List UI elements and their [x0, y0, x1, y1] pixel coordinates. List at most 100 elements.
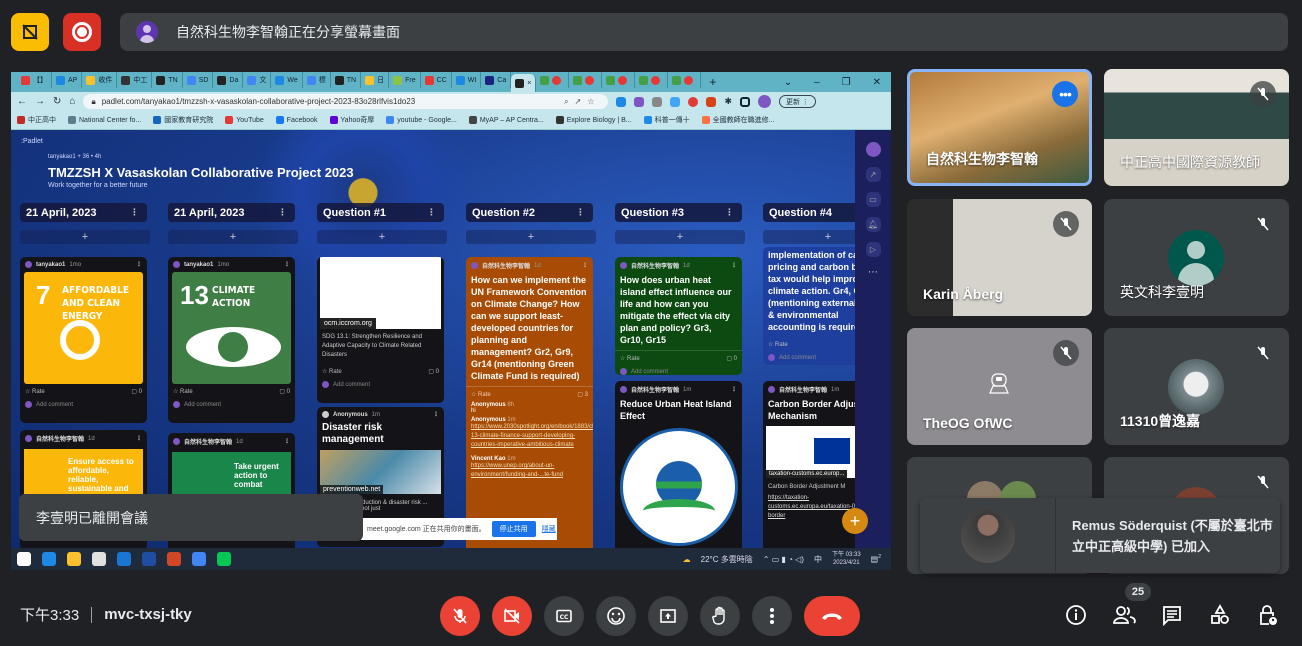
post-card[interactable]: 自然科生物李智翰 1d ⋮ How does urban heat island e…	[615, 257, 742, 375]
add-post-button[interactable]: +	[20, 230, 150, 244]
post-card[interactable]: tanyakao1 1mo ⋮ 13 CLIMATE ACTION ☆ Rate ▢ 0…	[168, 257, 295, 423]
more-icon[interactable]: ⋮	[278, 207, 287, 218]
new-tab-button[interactable]: +	[709, 75, 716, 89]
browser-tab[interactable]	[569, 72, 603, 88]
participant-tile[interactable]: ••• 自然科生物李智翰	[907, 69, 1092, 186]
bookmark[interactable]: 國家教育研究院	[153, 115, 213, 125]
microphone-toggle-button[interactable]	[440, 596, 480, 636]
activities-button[interactable]	[1205, 600, 1235, 630]
bookmark[interactable]: Explore Biology | B...	[555, 116, 632, 124]
add-comment[interactable]: Add comment	[20, 399, 147, 414]
ime-indicator[interactable]: 中	[814, 554, 822, 565]
powerpoint-icon[interactable]	[167, 552, 181, 566]
browser-tab[interactable]: We	[271, 72, 303, 88]
add-post-button[interactable]: +	[615, 230, 745, 244]
leave-call-button[interactable]	[804, 596, 860, 636]
chat-button[interactable]	[1157, 600, 1187, 630]
reload-icon[interactable]: ↻	[53, 96, 61, 107]
browser-tab[interactable]	[668, 72, 702, 88]
extensions-puzzle-icon[interactable]: ✱	[724, 96, 732, 107]
more-icon[interactable]: ⋮	[427, 207, 436, 218]
extension-icon[interactable]	[652, 96, 663, 107]
update-button[interactable]: 更新 ⋮	[778, 95, 816, 108]
extension-icon[interactable]	[688, 96, 699, 107]
extension-icon[interactable]	[670, 96, 681, 107]
present-screen-button[interactable]	[648, 596, 688, 636]
bookmark[interactable]: 全國教師在職進修...	[701, 115, 774, 125]
raise-hand-button[interactable]	[700, 596, 740, 636]
post-card[interactable]: ocm.iccrom.org SDG 13.1: Strengthen Resi…	[317, 257, 444, 403]
minimize-icon[interactable]: –	[814, 77, 820, 88]
add-comment[interactable]: Add comment	[615, 366, 742, 375]
hide-button[interactable]: 隱藏	[542, 524, 556, 534]
explorer-icon[interactable]	[67, 552, 81, 566]
browser-tab[interactable]: TN	[331, 72, 362, 88]
add-comment[interactable]: Add comment	[317, 379, 444, 394]
comment-link[interactable]: https://www.unep.org/about-un-environmen…	[471, 462, 588, 480]
browser-tab[interactable]: SD	[183, 72, 214, 88]
start-icon[interactable]	[17, 552, 31, 566]
bookmark[interactable]: National Center fo...	[68, 116, 141, 124]
tab-search-icon[interactable]: ⌄	[784, 77, 792, 88]
bookmark[interactable]: Yahoo奇摩	[329, 115, 374, 125]
remake-icon[interactable]: ▭	[865, 192, 881, 207]
add-post-fab[interactable]: +	[842, 508, 868, 534]
bookmark[interactable]: Facebook	[275, 116, 318, 124]
close-window-icon[interactable]: ✕	[873, 77, 881, 88]
more-icon[interactable]: ⋮	[725, 207, 734, 218]
browser-tab[interactable]: CC	[421, 72, 452, 88]
comment-link[interactable]: https://www.2030spotlight.org/en/book/18…	[471, 423, 593, 450]
extension-icon[interactable]	[634, 96, 645, 107]
profile-avatar[interactable]	[757, 95, 771, 108]
column-header[interactable]: 21 April, 2023 ⋮	[168, 203, 295, 222]
more-icon[interactable]: ⋮	[136, 261, 142, 268]
column-header[interactable]: 21 April, 2023 ⋮	[20, 203, 147, 222]
column-header[interactable]: Question #1 ⋮	[317, 203, 444, 222]
column-header[interactable]: Question #2 ⋮	[466, 203, 593, 222]
forward-icon[interactable]: →	[35, 96, 45, 107]
captions-button[interactable]: CC	[544, 596, 584, 636]
side-panel-icon[interactable]	[739, 96, 750, 107]
word-icon[interactable]	[142, 552, 156, 566]
user-avatar[interactable]	[865, 142, 881, 157]
browser-tab[interactable]: TN	[152, 72, 183, 88]
browser-tab[interactable]: 【】	[17, 72, 52, 88]
share-icon[interactable]: ↗	[865, 167, 881, 182]
column-header[interactable]: Question #3 ⋮	[615, 203, 742, 222]
browser-tab[interactable]	[602, 72, 636, 88]
browser-tab[interactable]: AP	[52, 72, 83, 88]
store-icon[interactable]	[92, 552, 106, 566]
line-icon[interactable]	[217, 552, 231, 566]
browser-tab[interactable]: Fre	[389, 72, 421, 88]
reactions-button[interactable]	[596, 596, 636, 636]
bookmark[interactable]: YouTube	[225, 116, 264, 124]
extension-icon[interactable]	[616, 96, 627, 107]
participant-tile[interactable]: 英文科李壹明	[1104, 199, 1289, 316]
address-actions-icons[interactable]: ⌕↗☆	[564, 97, 600, 107]
bookmark[interactable]: 中正高中	[17, 115, 56, 125]
star-icon[interactable]: ☆	[173, 388, 180, 395]
add-post-button[interactable]: +	[466, 230, 596, 244]
participant-tile[interactable]: 11310曾逸嘉	[1104, 328, 1289, 445]
more-options-button[interactable]	[752, 596, 792, 636]
edge-icon[interactable]	[42, 552, 56, 566]
browser-tab[interactable]: 日	[361, 72, 390, 88]
stop-sharing-button[interactable]: 停止共用	[491, 521, 536, 537]
extension-icon[interactable]	[706, 96, 717, 107]
mail-icon[interactable]	[117, 552, 131, 566]
taskbar-clock[interactable]: 下午 03:33 2023/4/21	[832, 551, 861, 567]
padlet-logo[interactable]: :Padlet	[21, 138, 43, 145]
browser-tab[interactable]: 標	[303, 72, 331, 88]
browser-tab[interactable]: Da	[213, 72, 244, 88]
meeting-details-button[interactable]	[1061, 600, 1091, 630]
bookmark[interactable]: 科普一傳十	[643, 115, 690, 125]
participant-tile[interactable]: 中正高中國際資源教師	[1104, 69, 1289, 186]
star-icon[interactable]: ☆	[25, 388, 32, 395]
more-icon[interactable]: ⋮	[130, 207, 139, 218]
add-post-button[interactable]: +	[168, 230, 298, 244]
camera-toggle-button[interactable]	[492, 596, 532, 636]
browser-tab[interactable]: 收件	[82, 72, 118, 88]
participant-tile[interactable]: TheOG OfWC	[907, 328, 1092, 445]
chrome-icon[interactable]	[192, 552, 206, 566]
host-controls-button[interactable]	[1253, 600, 1283, 630]
